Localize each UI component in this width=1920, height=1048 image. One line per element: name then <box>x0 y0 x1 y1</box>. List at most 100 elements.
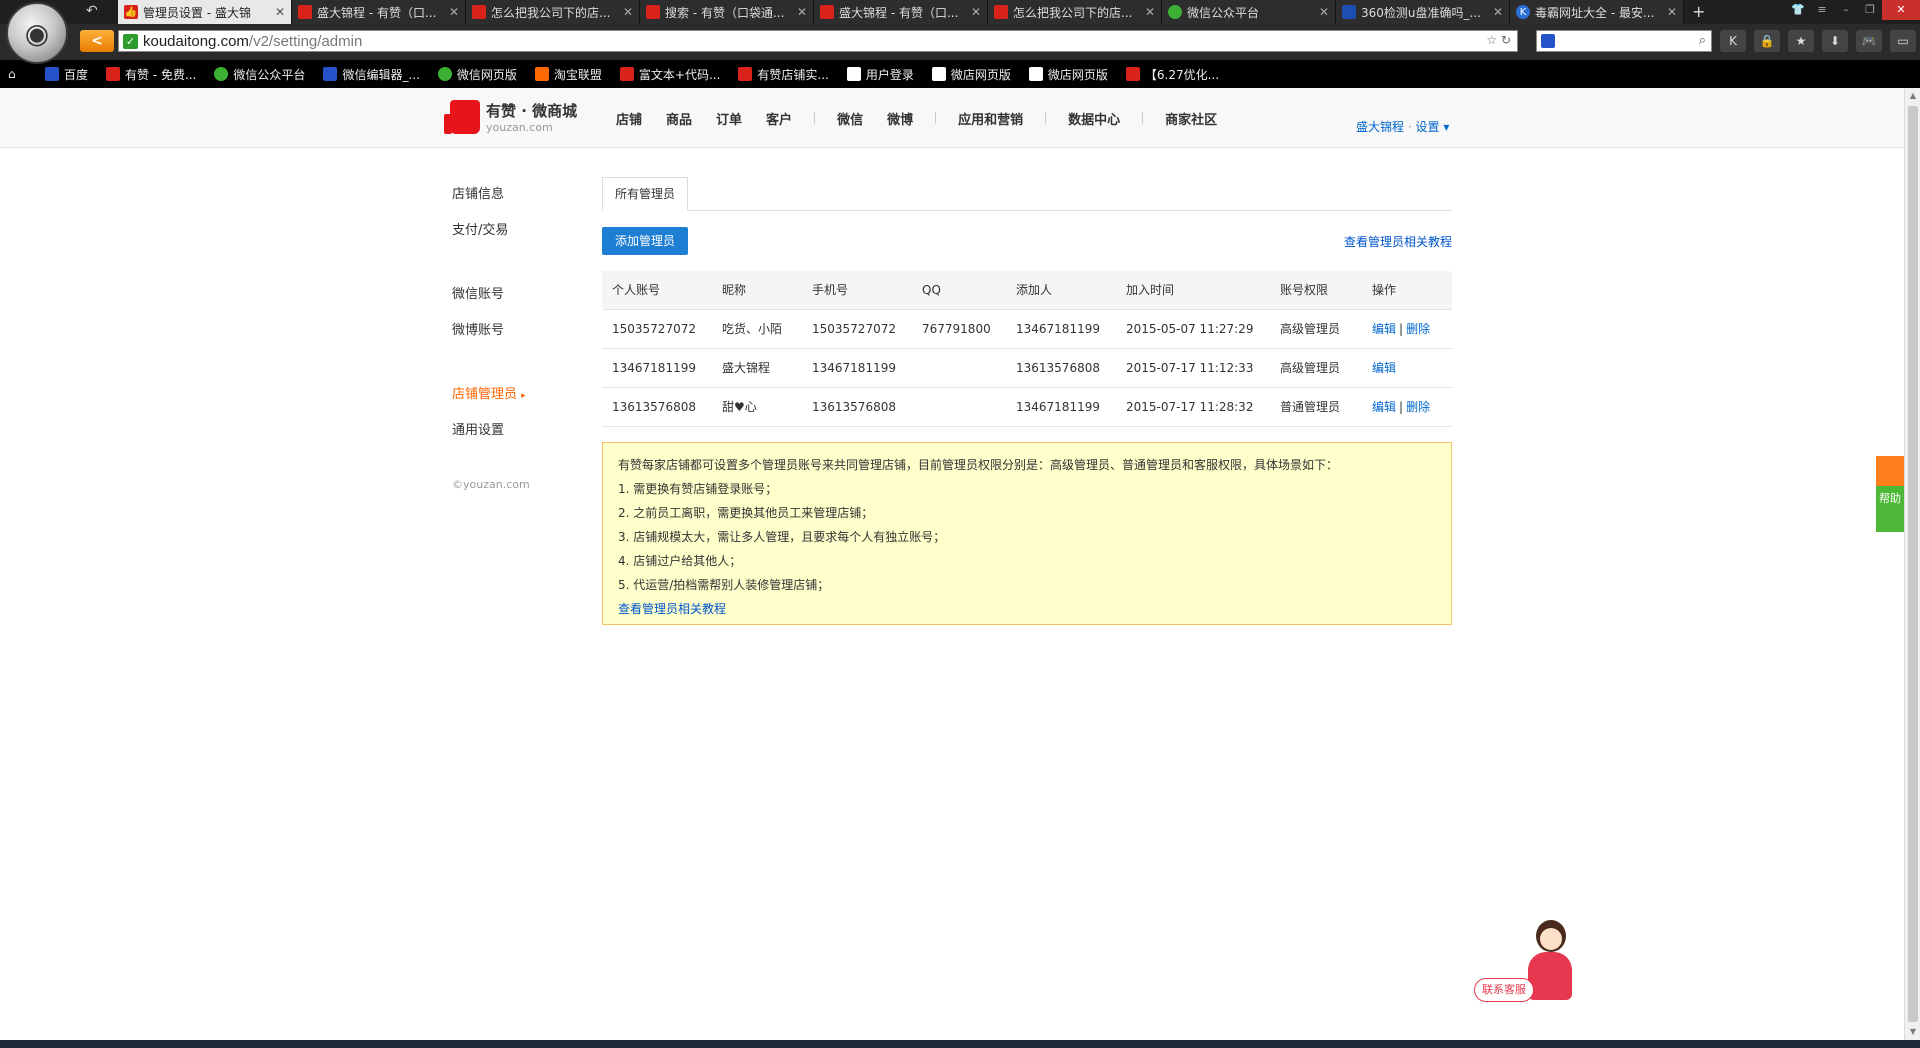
browser-tab[interactable]: 360检测u盘准确吗_... ✕ <box>1336 0 1510 24</box>
browser-logo-icon[interactable]: ◉ <box>6 2 68 64</box>
close-tab-icon[interactable]: ✕ <box>1667 5 1677 19</box>
bookmark-item[interactable]: 微店网页版 <box>1028 66 1108 83</box>
close-tab-icon[interactable]: ✕ <box>971 5 981 19</box>
close-window-icon[interactable]: ✕ <box>1882 0 1920 20</box>
url-field[interactable]: ✓ koudaitong.com/v2/setting/admin ☆ ↻ <box>118 30 1518 52</box>
nav-orders[interactable]: 订单 <box>716 109 742 128</box>
bookmark-item[interactable]: 用户登录 <box>846 66 914 83</box>
browser-tab[interactable]: 怎么把我公司下的店... ✕ <box>466 0 640 24</box>
close-tab-icon[interactable]: ✕ <box>1319 5 1329 19</box>
delete-link[interactable]: 删除 <box>1406 322 1430 336</box>
search-icon[interactable]: ⌕ <box>1699 33 1706 48</box>
scroll-down-icon[interactable]: ▼ <box>1905 1024 1920 1040</box>
sidebar-item-wechat-account[interactable]: 微信账号 <box>452 286 592 322</box>
close-tab-icon[interactable]: ✕ <box>1493 5 1503 19</box>
kingsoft-icon[interactable]: K <box>1720 30 1746 52</box>
close-tab-icon[interactable]: ✕ <box>797 5 807 19</box>
youzan-logo[interactable]: 有赞 · 微商城 youzan.com <box>444 100 577 134</box>
add-admin-button[interactable]: 添加管理员 <box>602 227 689 255</box>
nav-data-center[interactable]: 数据中心 <box>1068 109 1120 128</box>
bookmark-item[interactable]: 有赞店铺实... <box>738 66 829 83</box>
vertical-scrollbar[interactable]: ▲ ▼ <box>1904 88 1920 1040</box>
browser-search-input[interactable]: ⌕ <box>1536 30 1712 52</box>
bookmark-item[interactable]: 微店网页版 <box>931 66 1011 83</box>
url-tools: ☆ ↻ <box>1486 33 1511 47</box>
bookmark-item[interactable]: 淘宝联盟 <box>534 66 602 83</box>
browser-tab[interactable]: 搜索 - 有赞（口袋通... ✕ <box>640 0 814 24</box>
user-name[interactable]: 盛大锦程 <box>1356 120 1404 134</box>
table-row: 13467181199 盛大锦程 13467181199 13613576808… <box>602 347 1452 387</box>
nav-merchant-community[interactable]: 商家社区 <box>1165 109 1217 128</box>
sidebar-item-general-settings[interactable]: 通用设置 <box>452 422 592 458</box>
sidebar-item-store-info[interactable]: 店铺信息 <box>452 186 592 222</box>
nav-customers[interactable]: 客户 <box>766 109 792 128</box>
bookmark-item[interactable]: 有赞 - 免费... <box>106 66 196 83</box>
game-icon[interactable]: 🎮 <box>1856 30 1882 52</box>
undo-close-tab-icon[interactable]: ↶ <box>86 3 98 19</box>
home-bookmark[interactable]: ⌂ <box>8 67 27 81</box>
notice-item: 2. 之前员工离职，需更换其他员工来管理店铺； <box>618 506 874 520</box>
browser-tab[interactable]: 微信公众平台 ✕ <box>1162 0 1336 24</box>
refresh-icon[interactable]: ↻ <box>1501 33 1511 47</box>
menu-icon[interactable]: ≡ <box>1810 0 1834 20</box>
bookmark-item[interactable]: 微信编辑器_... <box>323 66 420 83</box>
scrollbar-thumb[interactable] <box>1908 106 1918 1022</box>
sidebar-item-weibo-account[interactable]: 微博账号 <box>452 322 592 358</box>
back-button[interactable]: < <box>80 30 114 52</box>
lock-icon[interactable]: 🔒 <box>1754 30 1780 52</box>
edit-link[interactable]: 编辑 <box>1372 400 1396 414</box>
delete-link[interactable]: 删除 <box>1406 400 1430 414</box>
new-tab-button[interactable]: + <box>1684 0 1713 24</box>
settings-link[interactable]: 设置 <box>1416 120 1440 134</box>
cell-phone: 13467181199 <box>802 347 912 387</box>
close-tab-icon[interactable]: ✕ <box>275 5 285 19</box>
user-menu[interactable]: 盛大锦程 · 设置 ▾ <box>1356 118 1449 135</box>
cell-role: 普通管理员 <box>1270 386 1362 427</box>
customer-service-widget[interactable]: 联系客服 <box>1474 918 1590 1008</box>
nav-apps-marketing[interactable]: 应用和营销 <box>958 109 1023 128</box>
browser-tab[interactable]: 盛大锦程 - 有赞（口... ✕ <box>292 0 466 24</box>
browser-tab[interactable]: K 毒霸网址大全 - 最安... ✕ <box>1510 0 1684 24</box>
nav-weibo[interactable]: 微博 <box>887 109 913 128</box>
browser-tab[interactable]: 👍 管理员设置 - 盛大锦 ✕ <box>118 0 292 24</box>
nav-store[interactable]: 店铺 <box>616 109 642 128</box>
bookmark-item[interactable]: 【6.27优化... <box>1125 66 1219 83</box>
help-button[interactable]: 帮助 <box>1876 486 1904 532</box>
restore-icon[interactable]: ❐ <box>1858 0 1882 20</box>
favorite-star-icon[interactable]: ☆ <box>1486 33 1497 47</box>
sidebar-item-payment[interactable]: 支付/交易 <box>452 222 592 258</box>
tab-all-admins[interactable]: 所有管理员 <box>602 177 689 211</box>
tab-title: 怎么把我公司下的店... <box>1013 5 1133 20</box>
close-tab-icon[interactable]: ✕ <box>1145 5 1155 19</box>
separator-dot: · <box>1407 120 1412 134</box>
notice-tutorial-link[interactable]: 查看管理员相关教程 <box>618 597 1436 621</box>
close-tab-icon[interactable]: ✕ <box>623 5 633 19</box>
star-icon[interactable]: ★ <box>1788 30 1814 52</box>
bookmark-item[interactable]: 百度 <box>45 66 88 83</box>
admin-tutorial-link[interactable]: 查看管理员相关教程 <box>1344 233 1452 250</box>
bell-icon[interactable] <box>1876 456 1904 486</box>
download-icon[interactable]: ⬇ <box>1822 30 1848 52</box>
baidu-favicon-icon <box>1342 5 1356 19</box>
url-text: koudaitong.com/v2/setting/admin <box>143 33 362 50</box>
more-icon[interactable]: ▭ <box>1890 30 1916 52</box>
bookmark-item[interactable]: 微信网页版 <box>437 66 517 83</box>
bookmark-item[interactable]: 富文本+代码... <box>619 66 720 83</box>
close-tab-icon[interactable]: ✕ <box>449 5 459 19</box>
browser-tab[interactable]: 怎么把我公司下的店... ✕ <box>988 0 1162 24</box>
nav-wechat[interactable]: 微信 <box>837 109 863 128</box>
skin-icon[interactable]: 👕 <box>1786 0 1810 20</box>
search-engine-icon[interactable] <box>1541 34 1555 48</box>
nav-products[interactable]: 商品 <box>666 109 692 128</box>
scroll-up-icon[interactable]: ▲ <box>1905 88 1920 104</box>
cell-actions: 编辑 <box>1362 347 1452 387</box>
sidebar-item-store-admins[interactable]: 店铺管理员 ▸ <box>452 386 592 422</box>
contact-service-button[interactable]: 联系客服 <box>1474 978 1534 1002</box>
edit-link[interactable]: 编辑 <box>1372 361 1396 375</box>
minimize-icon[interactable]: – <box>1834 0 1858 20</box>
browser-tab[interactable]: 盛大锦程 - 有赞（口... ✕ <box>814 0 988 24</box>
admin-notice-box: 有赞每家店铺都可设置多个管理员账号来共同管理店铺，目前管理员权限分别是：高级管理… <box>602 442 1452 625</box>
help-side-tab[interactable]: 帮助 <box>1876 456 1904 532</box>
edit-link[interactable]: 编辑 <box>1372 322 1396 336</box>
bookmark-item[interactable]: 微信公众平台 <box>214 66 305 83</box>
